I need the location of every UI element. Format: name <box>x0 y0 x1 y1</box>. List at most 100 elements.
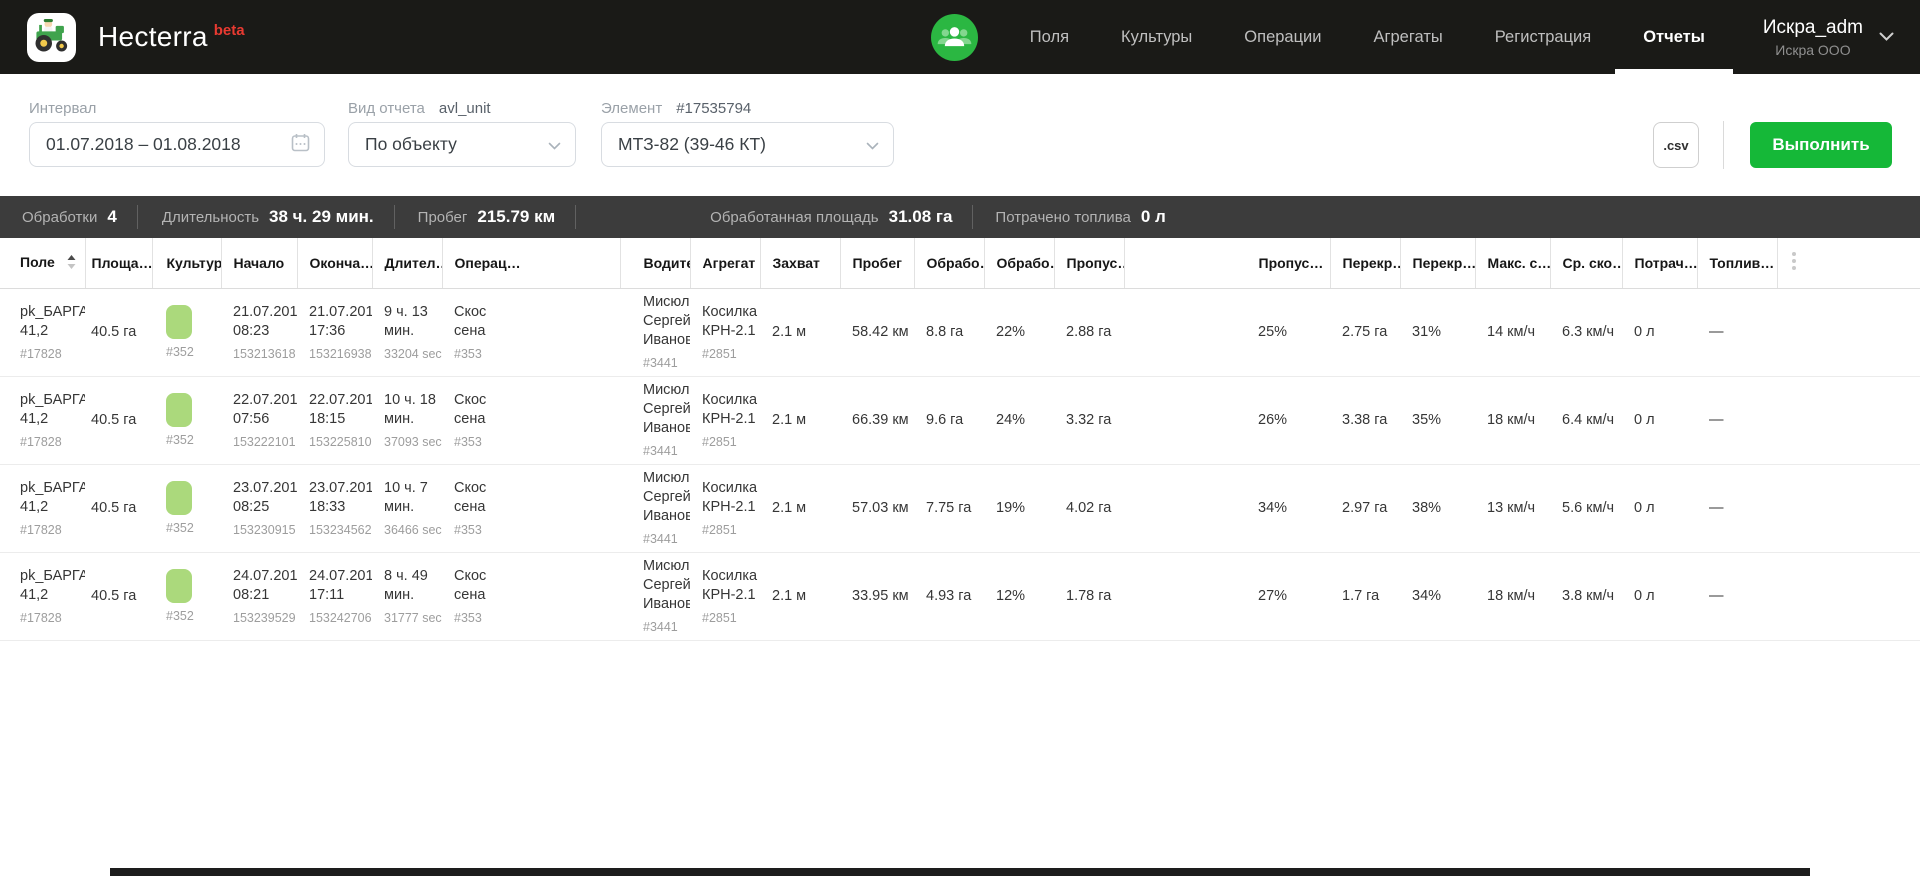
cell-operation: Скоссена#353 <box>442 464 620 552</box>
col-header-mileage[interactable]: Пробег <box>840 238 914 288</box>
col-header-width[interactable]: Захват <box>760 238 840 288</box>
nav-item-registration[interactable]: Регистрация <box>1495 0 1591 74</box>
cell-value: 3.32 га <box>1066 411 1122 430</box>
cell-value: 41,2 <box>20 410 83 429</box>
col-header-skips_pct[interactable]: Пропус… <box>1124 238 1330 288</box>
col-label: Потрач… <box>1635 255 1698 271</box>
cell-start: 24.07.20108:21153239529 <box>221 552 297 640</box>
col-header-field[interactable]: Поле <box>0 238 85 288</box>
cell-overlaps_pct: 35% <box>1400 376 1475 464</box>
cell-value: 21.07.201 <box>309 303 370 322</box>
report-type-select[interactable]: По объекту <box>348 122 576 167</box>
col-header-start[interactable]: Начало <box>221 238 297 288</box>
cell-value: 6.4 км/ч <box>1562 411 1620 430</box>
nav-item-operations[interactable]: Операции <box>1244 0 1321 74</box>
nav-item-cultures[interactable]: Культуры <box>1121 0 1192 74</box>
cell-value: — <box>1709 411 1775 430</box>
summary-label: Обработки <box>22 209 97 226</box>
col-label: Пропус… <box>1259 255 1324 271</box>
team-button[interactable] <box>931 14 978 61</box>
nav-item-reports[interactable]: Отчеты <box>1643 0 1705 74</box>
col-header-duration[interactable]: Длител… <box>372 238 442 288</box>
cell-area: 40.5 га <box>85 552 152 640</box>
cell-value: 2.1 м <box>772 499 838 518</box>
cell-value: 10 ч. 18 <box>384 391 440 410</box>
cell-max_speed: 18 км/ч <box>1475 376 1550 464</box>
col-header-implement[interactable]: Агрегат <box>690 238 760 288</box>
cell-skips_ha: 3.32 га <box>1054 376 1124 464</box>
table-row[interactable]: pk_БАРГА41,2#1782840.5 га#35223.07.20108… <box>0 464 1920 552</box>
cell-skips_pct: 34% <box>1124 464 1330 552</box>
cell-operation: Скоссена#353 <box>442 376 620 464</box>
summary-label: Обработанная площадь <box>710 209 878 226</box>
col-label: Обрабо… <box>997 255 1055 271</box>
col-header-processed_pct[interactable]: Обрабо… <box>984 238 1054 288</box>
nav-label: Поля <box>1030 28 1069 47</box>
summary-bar: Обработки 4 Длительность 38 ч. 29 мин. П… <box>0 196 1920 238</box>
horizontal-scrollbar-thumb[interactable] <box>110 868 1810 876</box>
nav-item-implements[interactable]: Агрегаты <box>1373 0 1442 74</box>
table-row[interactable]: pk_БАРГА41,2#1782840.5 га#35224.07.20108… <box>0 552 1920 640</box>
cell-mileage: 58.42 км <box>840 288 914 376</box>
cell-value: 38% <box>1412 499 1473 518</box>
cell-sub: #352 <box>166 433 219 448</box>
cell-max_speed: 13 км/ч <box>1475 464 1550 552</box>
cell-value: — <box>1709 587 1775 606</box>
col-header-overlaps_ha[interactable]: Перекр… <box>1330 238 1400 288</box>
col-header-operation[interactable]: Операц… <box>442 238 620 288</box>
cell-value: мин. <box>384 586 440 605</box>
cell-value: Косилка <box>702 391 758 410</box>
column-settings-button[interactable] <box>1777 238 1920 288</box>
col-header-processed_ha[interactable]: Обрабо… <box>914 238 984 288</box>
element-label: Элемент#17535794 <box>601 100 751 117</box>
cell-field: pk_БАРГА41,2#17828 <box>0 288 85 376</box>
divider <box>1723 121 1724 169</box>
cell-value: 40.5 га <box>91 411 150 430</box>
element-label-text: Элемент <box>601 100 662 117</box>
cell-implement: КосилкаКРН-2.1#2851 <box>690 552 760 640</box>
interval-input[interactable]: 01.07.2018 – 01.08.2018 <box>29 122 325 167</box>
cell-value: сена <box>454 498 618 517</box>
cell-mileage: 57.03 км <box>840 464 914 552</box>
cell-culture: #352 <box>152 288 221 376</box>
col-header-overlaps_pct[interactable]: Перекр… <box>1400 238 1475 288</box>
cell-value: — <box>1709 323 1775 342</box>
col-header-fuel_rate[interactable]: Топлив… <box>1697 238 1777 288</box>
cell-value: 2.88 га <box>1066 323 1122 342</box>
col-header-area[interactable]: Площа… <box>85 238 152 288</box>
cell-value: Иванович <box>643 419 688 438</box>
cell-max_speed: 14 км/ч <box>1475 288 1550 376</box>
col-label: Перекр… <box>1413 255 1476 271</box>
cell-sub: #2851 <box>702 347 758 362</box>
user-menu[interactable]: Искра_adm Искра ООО <box>1763 17 1894 58</box>
export-csv-button[interactable]: .csv <box>1653 122 1699 168</box>
interval-value: 01.07.2018 – 01.08.2018 <box>46 134 241 155</box>
col-header-max_speed[interactable]: Макс. с… <box>1475 238 1550 288</box>
kebab-vertical-icon <box>1788 247 1800 275</box>
cell-duration: 9 ч. 13мин.33204 sec <box>372 288 442 376</box>
col-header-driver[interactable]: Водите… <box>620 238 690 288</box>
summary-item-fuel: Потрачено топлива 0 л <box>995 207 1165 227</box>
nav-item-fields[interactable]: Поля <box>1030 0 1069 74</box>
run-report-button[interactable]: Выполнить <box>1750 122 1892 168</box>
cell-value: 58.42 км <box>852 323 912 342</box>
col-header-fuel_spent[interactable]: Потрач… <box>1622 238 1697 288</box>
col-header-end[interactable]: Оконча… <box>297 238 372 288</box>
app-title: Hecterra <box>98 21 208 53</box>
cell-driver: МисюльСергейИванович#3441 <box>620 552 690 640</box>
nav-label: Регистрация <box>1495 28 1591 47</box>
calendar-icon[interactable] <box>291 133 310 157</box>
table-row[interactable]: pk_БАРГА41,2#1782840.5 га#35221.07.20108… <box>0 288 1920 376</box>
col-header-avg_speed[interactable]: Ср. ско… <box>1550 238 1622 288</box>
cell-duration: 8 ч. 49мин.31777 sec <box>372 552 442 640</box>
element-select[interactable]: МТЗ-82 (39-46 КТ) <box>601 122 894 167</box>
col-header-culture[interactable]: Культура <box>152 238 221 288</box>
cell-value: 1.7 га <box>1342 587 1398 606</box>
cell-value: Сергей <box>643 488 688 507</box>
cell-value: 57.03 км <box>852 499 912 518</box>
cell-overlaps_ha: 2.75 га <box>1330 288 1400 376</box>
table-row[interactable]: pk_БАРГА41,2#1782840.5 га#35222.07.20107… <box>0 376 1920 464</box>
col-header-skips_ha[interactable]: Пропус… <box>1054 238 1124 288</box>
app-logo[interactable] <box>27 13 76 62</box>
cell-value: мин. <box>384 410 440 429</box>
